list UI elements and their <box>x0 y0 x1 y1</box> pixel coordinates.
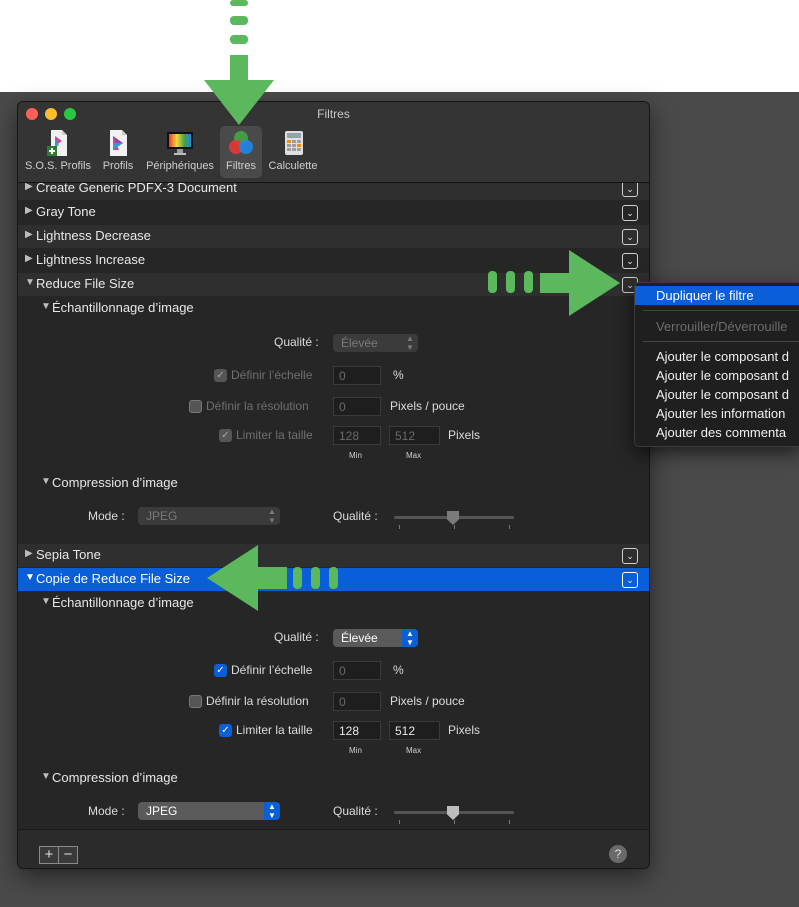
chevron-down-icon[interactable]: ⌄ <box>622 229 638 245</box>
disclosure-triangle-icon[interactable]: ▼ <box>41 476 51 487</box>
disclosure-triangle-icon[interactable]: ▼ <box>41 301 51 312</box>
calculator-icon <box>285 131 303 155</box>
disclosure-triangle-icon[interactable]: ▶ <box>25 229 33 240</box>
resolution-checkbox[interactable] <box>189 400 202 413</box>
mode-select[interactable]: JPEG ▲ ▼ <box>138 802 280 820</box>
chevron-down-icon[interactable]: ⌄ <box>622 183 638 197</box>
sos-profiles-icon <box>47 130 67 156</box>
devices-icon <box>167 132 193 155</box>
slider-ticks <box>394 525 514 531</box>
limit-checkbox[interactable]: ✓ <box>219 724 232 737</box>
arrow-dash <box>230 16 248 25</box>
filters-window: Filtres S.O.S. Profils Profils Périphéri… <box>17 101 650 869</box>
menu-item-duplicate[interactable]: Dupliquer le filtre <box>635 286 799 305</box>
disclosure-triangle-icon[interactable]: ▶ <box>25 205 33 216</box>
disclosure-triangle-icon[interactable]: ▶ <box>25 548 33 559</box>
profiles-icon <box>110 130 127 156</box>
updown-icon: ▲ ▼ <box>268 507 276 525</box>
chevron-down-icon[interactable]: ⌄ <box>622 253 638 269</box>
mode-select[interactable]: JPEG ▲ ▼ <box>138 507 280 525</box>
disclosure-triangle-icon[interactable]: ▶ <box>25 183 33 192</box>
resolution-field[interactable]: 0 <box>333 397 381 416</box>
filter-row[interactable]: ▶ Lightness Increase ⌄ <box>18 249 649 272</box>
toolbar-peripheriques[interactable]: Périphériques <box>142 126 218 178</box>
scale-checkbox[interactable]: ✓ <box>214 369 227 382</box>
toolbar-filtres[interactable]: Filtres <box>220 126 262 178</box>
chevron-down-icon[interactable]: ⌄ <box>622 572 638 588</box>
help-button[interactable]: ? <box>609 845 627 863</box>
add-filter-button[interactable]: + <box>39 846 59 864</box>
section-sampling[interactable]: ▼ Échantillonnage d’image <box>18 592 649 615</box>
updown-icon: ▲ ▼ <box>264 802 280 820</box>
slider-ticks <box>394 820 514 826</box>
filter-row[interactable]: ▶ Lightness Decrease ⌄ <box>18 225 649 248</box>
menu-item-add-component[interactable]: Ajouter le composant d <box>635 347 799 366</box>
updown-icon: ▲ ▼ <box>406 334 414 352</box>
filters-icon <box>229 131 253 154</box>
compression-panel: Mode : JPEG ▲ ▼ Qualité : <box>18 495 649 543</box>
limit-checkbox[interactable]: ✓ <box>219 429 232 442</box>
window-title: Filtres <box>317 107 350 121</box>
disclosure-triangle-icon[interactable]: ▼ <box>41 771 51 782</box>
toolbar-calculette[interactable]: Calculette <box>264 126 322 178</box>
chevron-down-icon[interactable]: ⌄ <box>622 548 638 564</box>
limit-max-field[interactable]: 512 <box>389 426 440 445</box>
filter-row-reduce-file-size[interactable]: ▼ Reduce File Size ⌄ <box>18 273 649 296</box>
menu-separator <box>643 310 799 311</box>
menu-item-add-component[interactable]: Ajouter le composant d <box>635 366 799 385</box>
filter-row[interactable]: ▶ Gray Tone ⌄ <box>18 201 649 224</box>
limit-min-field[interactable]: 128 <box>333 721 381 740</box>
sampling-panel: Qualité : Élevée ▲ ▼ ✓ Définir l’échelle … <box>18 320 649 470</box>
context-menu: Dupliquer le filtre Verrouiller/Déverrou… <box>634 282 799 447</box>
arrow-dash <box>230 35 248 44</box>
disclosure-triangle-icon[interactable]: ▼ <box>25 572 35 583</box>
section-compression[interactable]: ▼ Compression d’image <box>18 472 649 495</box>
compression-panel: Mode : JPEG ▲ ▼ Qualité : <box>18 790 649 829</box>
scale-field[interactable]: 0 <box>333 661 381 680</box>
toolbar-profils[interactable]: Profils <box>100 126 136 178</box>
disclosure-triangle-icon[interactable]: ▶ <box>25 253 33 264</box>
quality-select[interactable]: Élevée ▲ ▼ <box>333 629 418 647</box>
disclosure-triangle-icon[interactable]: ▼ <box>41 596 51 607</box>
quality-slider-thumb[interactable] <box>447 511 459 525</box>
quality-slider-thumb[interactable] <box>447 806 459 820</box>
bottom-bar: + − ? <box>18 829 649 868</box>
scale-checkbox[interactable]: ✓ <box>214 664 227 677</box>
chevron-down-icon[interactable]: ⌄ <box>622 205 638 221</box>
toolbar-sos-profils[interactable]: S.O.S. Profils <box>24 126 92 178</box>
menu-item-add-component[interactable]: Ajouter le composant d <box>635 385 799 404</box>
scale-field[interactable]: 0 <box>333 366 381 385</box>
filter-row-copy[interactable]: ▼ Copie de Reduce File Size ⌄ <box>18 568 649 591</box>
limit-max-field[interactable]: 512 <box>389 721 440 740</box>
limit-min-field[interactable]: 128 <box>333 426 381 445</box>
title-bar: Filtres S.O.S. Profils Profils Périphéri… <box>18 102 649 183</box>
menu-separator <box>643 341 799 342</box>
disclosure-triangle-icon[interactable]: ▼ <box>25 277 35 288</box>
section-compression[interactable]: ▼ Compression d’image <box>18 767 649 790</box>
quality-select[interactable]: Élevée ▲ ▼ <box>333 334 418 352</box>
filters-list: ▶ Create Generic PDFX-3 Document ⌄ ▶ Gra… <box>18 183 649 829</box>
menu-item-add-comment[interactable]: Ajouter des commenta <box>635 423 799 442</box>
resolution-checkbox[interactable] <box>189 695 202 708</box>
filter-row[interactable]: ▶ Sepia Tone ⌄ <box>18 544 649 567</box>
menu-item-lock[interactable]: Verrouiller/Déverrouille <box>635 317 799 336</box>
sampling-panel: Qualité : Élevée ▲ ▼ ✓ Définir l’échelle … <box>18 615 649 765</box>
section-sampling[interactable]: ▼ Échantillonnage d’image <box>18 297 649 320</box>
arrow-dash <box>230 0 248 6</box>
remove-filter-button[interactable]: − <box>58 846 78 864</box>
menu-item-add-info[interactable]: Ajouter les information <box>635 404 799 423</box>
filter-row[interactable]: ▶ Create Generic PDFX-3 Document ⌄ <box>18 183 649 200</box>
resolution-field[interactable]: 0 <box>333 692 381 711</box>
updown-icon: ▲ ▼ <box>402 629 418 647</box>
